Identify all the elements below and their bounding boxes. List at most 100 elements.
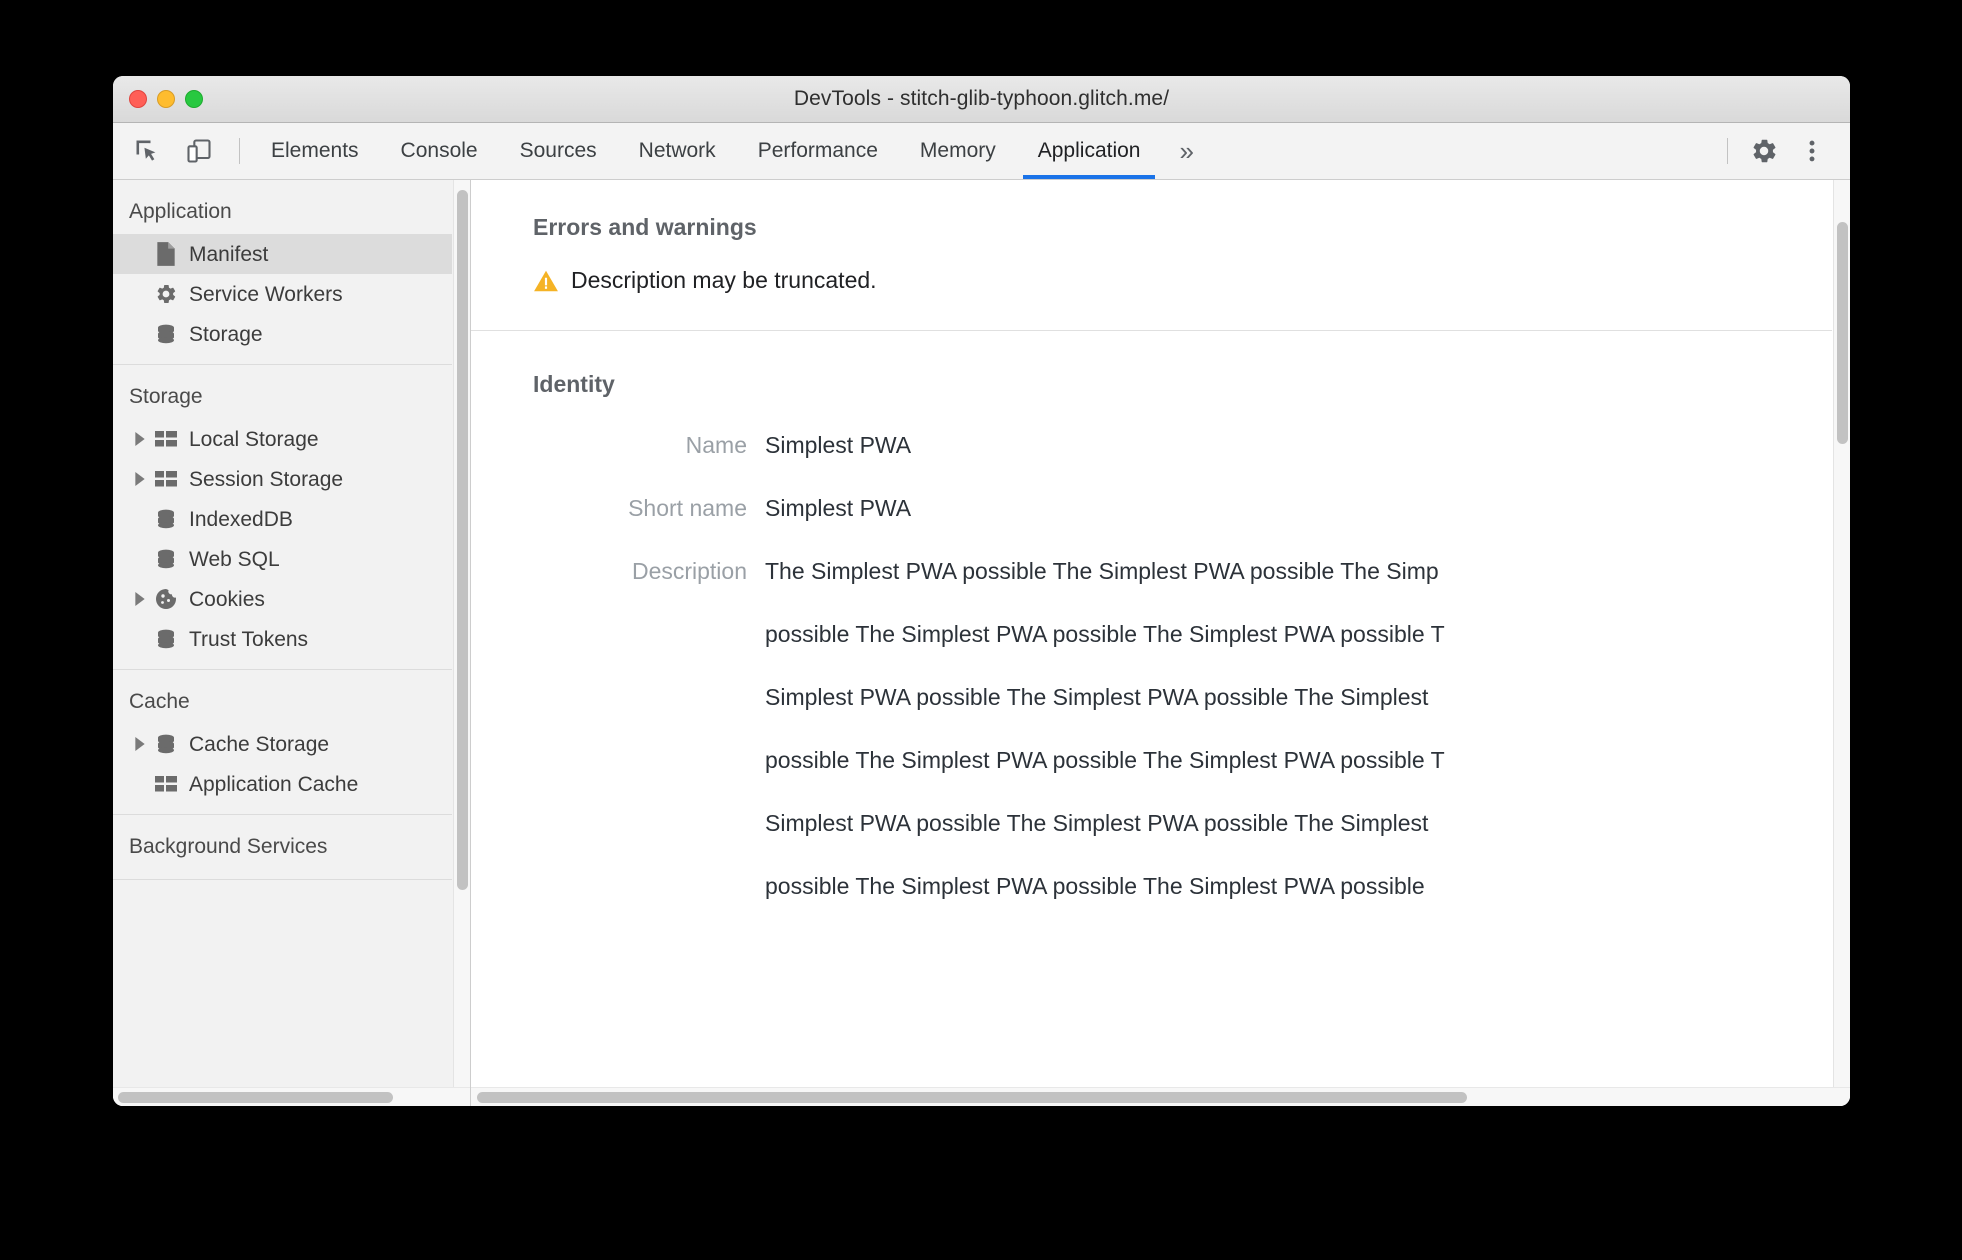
inspect-element-button[interactable] (125, 129, 169, 173)
field-value: Simplest PWA (765, 432, 912, 458)
gear-icon (1753, 139, 1776, 163)
close-window-button[interactable] (129, 90, 147, 108)
tab-network[interactable]: Network (618, 123, 737, 179)
sidebar-group-background-services: Background Services (113, 815, 452, 880)
description-line: The Simplest PWA possible The Simplest P… (765, 558, 1439, 584)
sidebar-item-local-storage[interactable]: Local Storage (113, 419, 452, 459)
sidebar-group-title: Storage (129, 385, 203, 408)
sidebar-item-storage[interactable]: Storage (113, 314, 452, 354)
sidebar-item-trust-tokens[interactable]: Trust Tokens (113, 619, 452, 659)
sidebar-item-manifest[interactable]: Manifest (113, 234, 452, 274)
field-name: Name Simplest PWA (533, 432, 1832, 459)
sidebar-item-label: Storage (189, 322, 263, 346)
tab-label: Sources (519, 139, 597, 162)
document-icon (151, 241, 181, 267)
device-toolbar-icon (187, 139, 211, 163)
devtools-window: DevTools - stitch-glib-typhoon.glitch.me… (113, 76, 1850, 1106)
sidebar-item-indexeddb[interactable]: IndexedDB (113, 499, 452, 539)
devtools-tabbar: Elements Console Sources Network Perform… (113, 123, 1850, 180)
expand-arrow-icon[interactable] (129, 737, 151, 751)
minimize-window-button[interactable] (157, 90, 175, 108)
toolbar-divider-right (1727, 138, 1728, 164)
tab-memory[interactable]: Memory (899, 123, 1017, 179)
identity-section: Identity Name Simplest PWA Short name Si… (471, 330, 1832, 936)
main-horizontal-scrollbar[interactable] (471, 1087, 1850, 1106)
description-line: possible The Simplest PWA possible The S… (765, 621, 1445, 647)
sidebar-item-cache-storage[interactable]: Cache Storage (113, 724, 452, 764)
warning-row: Description may be truncated. (533, 241, 1832, 330)
toolbar-right-icons (1717, 123, 1850, 179)
table-icon (151, 774, 181, 794)
zoom-window-button[interactable] (185, 90, 203, 108)
main-horizontal-scroll-thumb[interactable] (477, 1092, 1467, 1103)
more-tabs-button[interactable]: » (1161, 123, 1211, 179)
description-value: The Simplest PWA possible The Simplest P… (765, 558, 1445, 936)
sidebar-group-application: Application Manifest Service Workers Sto… (113, 180, 452, 365)
database-icon (151, 547, 181, 571)
expand-arrow-icon[interactable] (129, 432, 151, 446)
toolbar-divider (239, 138, 240, 164)
sidebar-vertical-scrollbar[interactable] (453, 180, 470, 1087)
more-options-button[interactable] (1790, 129, 1834, 173)
sidebar-item-label: IndexedDB (189, 507, 293, 531)
sidebar-item-label: Web SQL (189, 547, 280, 571)
panel-tabs: Elements Console Sources Network Perform… (250, 123, 1161, 179)
sidebar-item-label: Service Workers (189, 282, 343, 306)
sidebar-item-label: Application Cache (189, 772, 359, 796)
main-vertical-scroll-thumb[interactable] (1837, 222, 1848, 444)
tab-label: Elements (271, 139, 359, 162)
expand-arrow-icon[interactable] (129, 472, 151, 486)
main-vertical-scrollbar[interactable] (1833, 180, 1850, 1087)
sidebar-item-service-workers[interactable]: Service Workers (113, 274, 452, 314)
settings-button[interactable] (1742, 129, 1786, 173)
sidebar-horizontal-scroll-thumb[interactable] (118, 1092, 393, 1103)
sidebar-group-storage: Storage Local Storage Session Storage In… (113, 365, 452, 670)
sidebar-item-cookies[interactable]: Cookies (113, 579, 452, 619)
tab-performance[interactable]: Performance (737, 123, 899, 179)
sidebar-group-title: Cache (129, 690, 190, 713)
tab-application[interactable]: Application (1017, 123, 1162, 179)
field-label: Description (631, 558, 747, 584)
inspect-element-icon (136, 140, 156, 161)
application-sidebar: Application Manifest Service Workers Sto… (113, 180, 471, 1106)
expand-arrow-icon[interactable] (129, 592, 151, 606)
sidebar-vertical-scroll-thumb[interactable] (457, 190, 468, 890)
warning-text: Description may be truncated. (571, 267, 877, 293)
tab-label: Network (638, 139, 716, 162)
manifest-panel: Errors and warnings Description may be t… (471, 180, 1850, 1106)
sidebar-item-label: Cookies (189, 587, 265, 611)
sidebar-item-label: Cache Storage (189, 732, 330, 756)
database-icon (151, 322, 181, 346)
errors-and-warnings-section: Errors and warnings Description may be t… (471, 180, 1832, 330)
tab-console[interactable]: Console (380, 123, 499, 179)
sidebar-group-title: Application (129, 200, 232, 223)
sidebar-item-label: Session Storage (189, 467, 344, 491)
sidebar-item-application-cache[interactable]: Application Cache (113, 764, 452, 804)
section-title-identity: Identity (533, 371, 615, 397)
field-short-name: Short name Simplest PWA (533, 495, 1832, 522)
sidebar-item-web-sql[interactable]: Web SQL (113, 539, 452, 579)
tab-label: Performance (757, 139, 878, 162)
cookie-icon (151, 587, 181, 611)
device-toolbar-button[interactable] (177, 129, 221, 173)
description-line: possible The Simplest PWA possible The S… (765, 873, 1425, 899)
section-title-errors: Errors and warnings (533, 214, 757, 240)
tab-elements[interactable]: Elements (250, 123, 380, 179)
sidebar-item-session-storage[interactable]: Session Storage (113, 459, 452, 499)
sidebar-group-title: Background Services (129, 835, 328, 858)
description-line: Simplest PWA possible The Simplest PWA p… (765, 684, 1429, 710)
more-vertical-icon (1809, 140, 1815, 162)
description-line: Simplest PWA possible The Simplest PWA p… (765, 810, 1429, 836)
sidebar-item-label: Manifest (189, 242, 269, 266)
sidebar-horizontal-scrollbar[interactable] (113, 1087, 470, 1106)
toolbar-left-icons (113, 123, 250, 179)
tab-sources[interactable]: Sources (499, 123, 618, 179)
field-label: Name (685, 432, 747, 458)
table-icon (151, 429, 181, 449)
sidebar-scroll-area: Application Manifest Service Workers Sto… (113, 180, 470, 1087)
tab-label: Application (1037, 139, 1141, 162)
window-titlebar: DevTools - stitch-glib-typhoon.glitch.me… (113, 76, 1850, 123)
database-icon (151, 627, 181, 651)
gear-icon (151, 282, 181, 306)
window-title: DevTools - stitch-glib-typhoon.glitch.me… (793, 87, 1170, 110)
